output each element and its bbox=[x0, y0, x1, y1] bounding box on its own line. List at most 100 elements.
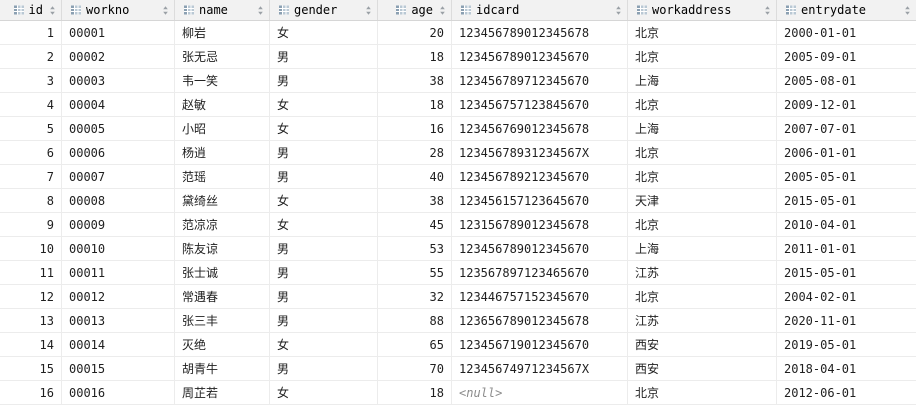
cell-name[interactable]: 杨逍 bbox=[175, 141, 270, 164]
cell-name[interactable]: 黛绮丝 bbox=[175, 189, 270, 212]
cell-idcard[interactable]: 123456769012345678 bbox=[452, 117, 628, 140]
column-header-name[interactable]: name bbox=[175, 0, 270, 20]
cell-gender[interactable]: 男 bbox=[270, 141, 378, 164]
cell-workaddress[interactable]: 上海 bbox=[628, 69, 777, 92]
cell-id[interactable]: 2 bbox=[0, 45, 62, 68]
cell-entrydate[interactable]: 2018-04-01 bbox=[777, 357, 916, 380]
cell-id[interactable]: 9 bbox=[0, 213, 62, 236]
cell-workaddress[interactable]: 天津 bbox=[628, 189, 777, 212]
cell-idcard[interactable]: 123456789012345670 bbox=[452, 45, 628, 68]
cell-name[interactable]: 小昭 bbox=[175, 117, 270, 140]
cell-workno[interactable]: 00008 bbox=[62, 189, 175, 212]
cell-gender[interactable]: 男 bbox=[270, 237, 378, 260]
cell-name[interactable]: 张三丰 bbox=[175, 309, 270, 332]
cell-entrydate[interactable]: 2012-06-01 bbox=[777, 381, 916, 404]
cell-gender[interactable]: 男 bbox=[270, 357, 378, 380]
cell-id[interactable]: 11 bbox=[0, 261, 62, 284]
cell-id[interactable]: 4 bbox=[0, 93, 62, 116]
cell-workno[interactable]: 00016 bbox=[62, 381, 175, 404]
sort-toggle-icon[interactable] bbox=[439, 5, 446, 16]
cell-entrydate[interactable]: 2019-05-01 bbox=[777, 333, 916, 356]
cell-entrydate[interactable]: 2015-05-01 bbox=[777, 261, 916, 284]
cell-idcard[interactable]: 123456157123645670 bbox=[452, 189, 628, 212]
cell-age[interactable]: 32 bbox=[378, 285, 452, 308]
cell-workno[interactable]: 00015 bbox=[62, 357, 175, 380]
cell-age[interactable]: 65 bbox=[378, 333, 452, 356]
cell-idcard[interactable]: 123456789012345670 bbox=[452, 237, 628, 260]
cell-workno[interactable]: 00005 bbox=[62, 117, 175, 140]
cell-id[interactable]: 14 bbox=[0, 333, 62, 356]
cell-workno[interactable]: 00012 bbox=[62, 285, 175, 308]
sort-toggle-icon[interactable] bbox=[162, 5, 169, 16]
cell-gender[interactable]: 女 bbox=[270, 381, 378, 404]
cell-workaddress[interactable]: 北京 bbox=[628, 21, 777, 44]
cell-age[interactable]: 18 bbox=[378, 93, 452, 116]
cell-gender[interactable]: 男 bbox=[270, 45, 378, 68]
cell-workaddress[interactable]: 上海 bbox=[628, 117, 777, 140]
cell-idcard[interactable]: 123456757123845670 bbox=[452, 93, 628, 116]
cell-entrydate[interactable]: 2007-07-01 bbox=[777, 117, 916, 140]
cell-name[interactable]: 张无忌 bbox=[175, 45, 270, 68]
column-header-entrydate[interactable]: entrydate bbox=[777, 0, 916, 20]
sort-toggle-icon[interactable] bbox=[615, 5, 622, 16]
cell-workaddress[interactable]: 上海 bbox=[628, 237, 777, 260]
cell-id[interactable]: 15 bbox=[0, 357, 62, 380]
sort-toggle-icon[interactable] bbox=[764, 5, 771, 16]
cell-workaddress[interactable]: 北京 bbox=[628, 213, 777, 236]
cell-workaddress[interactable]: 江苏 bbox=[628, 309, 777, 332]
cell-workno[interactable]: 00002 bbox=[62, 45, 175, 68]
cell-name[interactable]: 周芷若 bbox=[175, 381, 270, 404]
cell-idcard[interactable]: 123446757152345670 bbox=[452, 285, 628, 308]
cell-name[interactable]: 灭绝 bbox=[175, 333, 270, 356]
cell-id[interactable]: 7 bbox=[0, 165, 62, 188]
cell-workaddress[interactable]: 西安 bbox=[628, 333, 777, 356]
cell-workaddress[interactable]: 北京 bbox=[628, 45, 777, 68]
cell-workaddress[interactable]: 江苏 bbox=[628, 261, 777, 284]
cell-idcard[interactable]: 12345674971234567X bbox=[452, 357, 628, 380]
cell-entrydate[interactable]: 2015-05-01 bbox=[777, 189, 916, 212]
cell-age[interactable]: 88 bbox=[378, 309, 452, 332]
cell-age[interactable]: 38 bbox=[378, 189, 452, 212]
cell-id[interactable]: 3 bbox=[0, 69, 62, 92]
cell-id[interactable]: 16 bbox=[0, 381, 62, 404]
column-header-workno[interactable]: workno bbox=[62, 0, 175, 20]
column-header-gender[interactable]: gender bbox=[270, 0, 378, 20]
cell-age[interactable]: 40 bbox=[378, 165, 452, 188]
cell-entrydate[interactable]: 2006-01-01 bbox=[777, 141, 916, 164]
column-header-workaddress[interactable]: workaddress bbox=[628, 0, 777, 20]
cell-workno[interactable]: 00010 bbox=[62, 237, 175, 260]
column-header-age[interactable]: age bbox=[378, 0, 452, 20]
cell-workaddress[interactable]: 北京 bbox=[628, 165, 777, 188]
cell-age[interactable]: 16 bbox=[378, 117, 452, 140]
cell-idcard[interactable]: <null> bbox=[452, 381, 628, 404]
sort-toggle-icon[interactable] bbox=[257, 5, 264, 16]
cell-age[interactable]: 28 bbox=[378, 141, 452, 164]
cell-entrydate[interactable]: 2005-09-01 bbox=[777, 45, 916, 68]
cell-age[interactable]: 45 bbox=[378, 213, 452, 236]
cell-id[interactable]: 5 bbox=[0, 117, 62, 140]
cell-workno[interactable]: 00001 bbox=[62, 21, 175, 44]
cell-age[interactable]: 70 bbox=[378, 357, 452, 380]
cell-entrydate[interactable]: 2005-08-01 bbox=[777, 69, 916, 92]
cell-name[interactable]: 陈友谅 bbox=[175, 237, 270, 260]
cell-idcard[interactable]: 123456789212345670 bbox=[452, 165, 628, 188]
cell-age[interactable]: 55 bbox=[378, 261, 452, 284]
cell-idcard[interactable]: 12345678931234567X bbox=[452, 141, 628, 164]
cell-gender[interactable]: 男 bbox=[270, 261, 378, 284]
sort-toggle-icon[interactable] bbox=[904, 5, 911, 16]
cell-entrydate[interactable]: 2004-02-01 bbox=[777, 285, 916, 308]
cell-age[interactable]: 53 bbox=[378, 237, 452, 260]
cell-gender[interactable]: 男 bbox=[270, 285, 378, 308]
cell-workno[interactable]: 00007 bbox=[62, 165, 175, 188]
cell-workno[interactable]: 00013 bbox=[62, 309, 175, 332]
cell-idcard[interactable]: 123156789012345678 bbox=[452, 213, 628, 236]
cell-gender[interactable]: 女 bbox=[270, 117, 378, 140]
cell-workaddress[interactable]: 北京 bbox=[628, 93, 777, 116]
cell-workno[interactable]: 00009 bbox=[62, 213, 175, 236]
cell-id[interactable]: 1 bbox=[0, 21, 62, 44]
column-header-idcard[interactable]: idcard bbox=[452, 0, 628, 20]
cell-entrydate[interactable]: 2005-05-01 bbox=[777, 165, 916, 188]
cell-workaddress[interactable]: 西安 bbox=[628, 357, 777, 380]
cell-age[interactable]: 20 bbox=[378, 21, 452, 44]
cell-name[interactable]: 张士诚 bbox=[175, 261, 270, 284]
